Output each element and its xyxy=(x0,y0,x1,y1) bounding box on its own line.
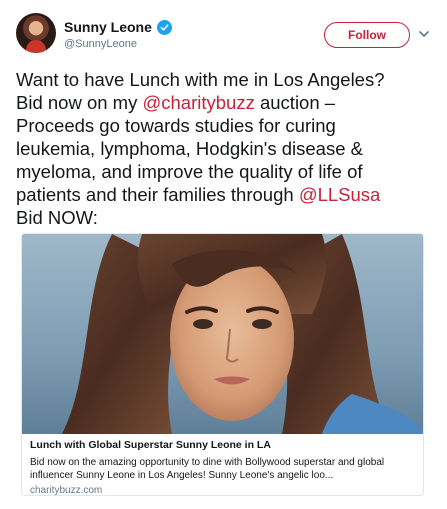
tweet-line: patients and their families through @LLS… xyxy=(16,183,436,206)
follow-button[interactable]: Follow xyxy=(324,22,410,48)
card-body[interactable]: Lunch with Global Superstar Sunny Leone … xyxy=(30,439,420,495)
tweet-line: Proceeds go towards studies for curing xyxy=(16,114,436,137)
user-handle[interactable]: @SunnyLeone xyxy=(64,38,137,50)
tweet-text-segment: Bid NOW: xyxy=(16,207,98,228)
tweet-line: Bid now on my @charitybuzz auction – xyxy=(16,91,436,114)
tweet-text: Want to have Lunch with me in Los Angele… xyxy=(16,68,436,229)
card-image[interactable] xyxy=(22,234,423,434)
display-name[interactable]: Sunny Leone xyxy=(64,19,152,35)
tweet-line: leukemia, lymphoma, Hodgkin's disease & xyxy=(16,137,436,160)
tweet-header: Sunny Leone @SunnyLeone Follow xyxy=(16,12,431,58)
avatar[interactable] xyxy=(16,13,56,53)
tweet-text-segment: Want to have Lunch with me in Los Angele… xyxy=(16,69,385,90)
tweet-text-segment: Bid now on my xyxy=(16,92,143,113)
chevron-down-icon[interactable] xyxy=(417,27,431,41)
tweet-line: Bid NOW: xyxy=(16,206,436,229)
tweet-line: myeloma, and improve the quality of life… xyxy=(16,160,436,183)
verified-badge-icon xyxy=(156,19,172,35)
card-title[interactable]: Lunch with Global Superstar Sunny Leone … xyxy=(30,439,420,451)
link-preview-card[interactable]: Lunch with Global Superstar Sunny Leone … xyxy=(21,233,424,496)
tweet-text-segment: leukemia, lymphoma, Hodgkin's disease & xyxy=(16,138,363,159)
tweet-text-segment: Proceeds go towards studies for curing xyxy=(16,115,336,136)
card-domain[interactable]: charitybuzz.com xyxy=(30,485,420,495)
tweet-text-segment: patients and their families through xyxy=(16,184,299,205)
tweet-text-segment: myeloma, and improve the quality of life… xyxy=(16,161,363,182)
card-description-line: Bid now on the amazing opportunity to di… xyxy=(30,457,385,468)
card-description: Bid now on the amazing opportunity to di… xyxy=(30,456,420,482)
name-line: Sunny Leone xyxy=(64,19,172,35)
mention-link-llsusa[interactable]: @LLSusa xyxy=(299,184,381,205)
card-description-line: influencer Sunny Leone in Los Angeles! S… xyxy=(30,470,334,481)
mention-link-charitybuzz[interactable]: @charitybuzz xyxy=(142,92,254,113)
tweet-line: Want to have Lunch with me in Los Angele… xyxy=(16,68,436,91)
tweet-text-segment: auction – xyxy=(254,92,336,113)
